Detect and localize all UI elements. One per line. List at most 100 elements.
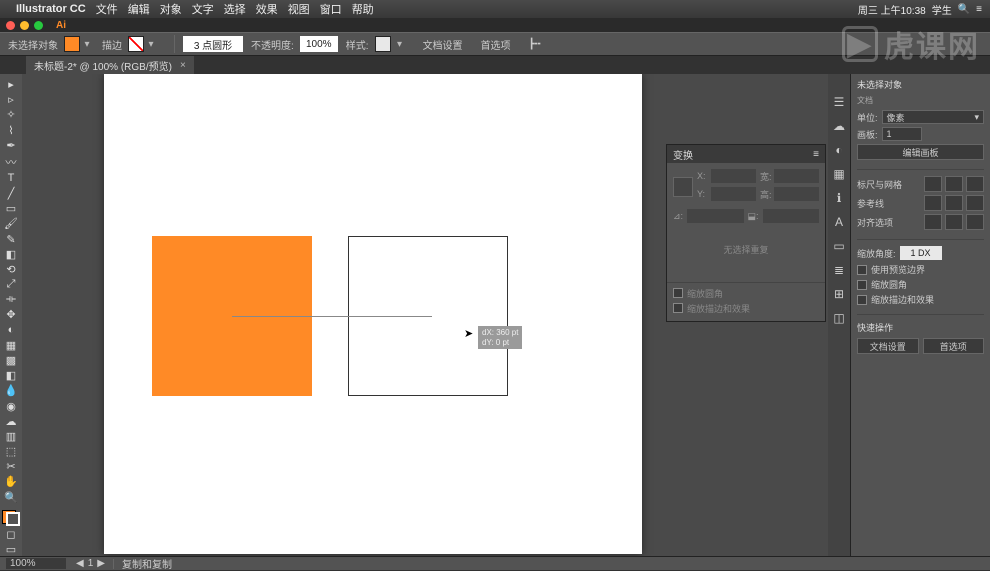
zoom-tool[interactable]: 🔍	[2, 490, 20, 503]
align-icon[interactable]: ⊞	[831, 286, 847, 302]
line-tool[interactable]: ╱	[2, 187, 20, 200]
shape-builder-tool[interactable]: ◐	[2, 324, 20, 337]
menu-type[interactable]: 文字	[192, 1, 214, 17]
stroke-color[interactable]	[6, 512, 20, 526]
prefs-btn[interactable]: 首选项	[481, 37, 511, 52]
align-icon[interactable]: ┣╍	[529, 39, 541, 50]
stroke-swatch[interactable]	[128, 36, 144, 52]
shaper-tool[interactable]: ✎	[2, 233, 20, 246]
artboard-select[interactable]: 1	[882, 127, 922, 141]
menu-file[interactable]: 文件	[96, 1, 118, 17]
style-swatch[interactable]	[375, 36, 391, 52]
menu-effect[interactable]: 效果	[256, 1, 278, 17]
color-swatches[interactable]	[2, 510, 20, 526]
style-dropdown[interactable]: ▾	[395, 39, 405, 50]
w-field[interactable]	[774, 169, 819, 183]
guides-btn3[interactable]	[966, 195, 984, 211]
symbols-icon[interactable]: A	[831, 214, 847, 230]
stroke-dropdown[interactable]: ▾	[146, 39, 156, 50]
menu-icon[interactable]: ≡	[976, 4, 982, 15]
artboard-nav-prev[interactable]: ◀	[76, 558, 84, 569]
lasso-tool[interactable]: ⌇	[2, 124, 20, 137]
free-transform-tool[interactable]: ✥	[2, 308, 20, 321]
canvas-area[interactable]: ➤ dX: 360 pt dY: 0 pt 变换 ≡ X:宽: Y:高: ⊿:⬓…	[22, 74, 828, 556]
guides-btn1[interactable]	[924, 195, 942, 211]
direct-select-tool[interactable]: ▹	[2, 93, 20, 106]
menu-select[interactable]: 选择	[224, 1, 246, 17]
gradient-icon[interactable]: ≣	[831, 262, 847, 278]
magic-wand-tool[interactable]: ✧	[2, 108, 20, 121]
brush-tool[interactable]: 🖌	[2, 217, 20, 230]
units-select[interactable]: 像素▾	[882, 110, 984, 124]
quick-prefs-btn[interactable]: 首选项	[923, 338, 985, 354]
snap-btn2[interactable]	[945, 214, 963, 230]
type-tool[interactable]: T	[2, 172, 20, 185]
fill-dropdown[interactable]: ▾	[82, 39, 92, 50]
traffic-min[interactable]	[20, 21, 29, 30]
artboard-tool[interactable]: ⬚	[2, 445, 20, 458]
reference-point[interactable]	[673, 177, 693, 197]
scale-corner-input[interactable]: 1 DX	[900, 246, 942, 260]
hand-tool[interactable]: ✋	[2, 475, 20, 488]
panel-menu-icon[interactable]: ≡	[813, 149, 819, 160]
close-icon[interactable]: ×	[180, 60, 186, 71]
brushes-icon[interactable]: ℹ	[831, 190, 847, 206]
quick-doc-setup-btn[interactable]: 文档设置	[857, 338, 919, 354]
menu-help[interactable]: 帮助	[352, 1, 374, 17]
h-field[interactable]	[774, 187, 819, 201]
perspective-tool[interactable]: ▦	[2, 339, 20, 352]
zoom-select[interactable]: 100%	[6, 558, 66, 569]
stroke-weight-input[interactable]: 3 点圆形	[183, 36, 243, 52]
libraries-icon[interactable]: ☁	[831, 118, 847, 134]
snap-btn3[interactable]	[966, 214, 984, 230]
curvature-tool[interactable]: 〰	[2, 154, 20, 170]
mesh-tool[interactable]: ▩	[2, 354, 20, 367]
transparency-grid-btn[interactable]	[966, 176, 984, 192]
fill-swatch[interactable]	[64, 36, 80, 52]
screen-mode[interactable]: ▭	[2, 543, 20, 556]
shear-field[interactable]	[763, 209, 819, 223]
color-icon[interactable]: ◐	[831, 142, 847, 158]
eraser-tool[interactable]: ◧	[2, 248, 20, 261]
pen-tool[interactable]: ✒	[2, 139, 20, 152]
guides-btn2[interactable]	[945, 195, 963, 211]
check-scale-corners[interactable]: 缩放圆角	[857, 278, 984, 291]
slice-tool[interactable]: ✂	[2, 460, 20, 473]
swatches-icon[interactable]: ▦	[831, 166, 847, 182]
check-preview-bounds[interactable]: 使用预览边界	[857, 263, 984, 276]
search-icon[interactable]: 🔍	[958, 4, 970, 15]
eyedropper-tool[interactable]: 💧	[2, 384, 20, 397]
draw-mode[interactable]: ◻	[2, 528, 20, 541]
rotate-tool[interactable]: ⟲	[2, 263, 20, 276]
snap-btn1[interactable]	[924, 214, 942, 230]
traffic-max[interactable]	[34, 21, 43, 30]
panel-tab-transform[interactable]: 变换 ≡	[667, 145, 825, 163]
symbol-tool[interactable]: ☁	[2, 415, 20, 428]
x-field[interactable]	[711, 169, 756, 183]
menu-object[interactable]: 对象	[160, 1, 182, 17]
doc-tab[interactable]: 未标题-2* @ 100% (RGB/预览) ×	[26, 56, 194, 75]
width-tool[interactable]: ⟛	[2, 293, 20, 306]
scale-tool[interactable]: ⤢	[2, 278, 20, 291]
blend-tool[interactable]: ◉	[2, 399, 20, 412]
properties-icon[interactable]: ☰	[831, 94, 847, 110]
traffic-close[interactable]	[6, 21, 15, 30]
opacity-input[interactable]: 100%	[300, 36, 338, 52]
transform-panel[interactable]: 变换 ≡ X:宽: Y:高: ⊿:⬓: 无选择重复 缩放圆角 缩放描边和效果	[666, 144, 826, 322]
gradient-tool[interactable]: ◧	[2, 369, 20, 382]
check-scale-strokes[interactable]: 缩放描边和效果	[857, 293, 984, 306]
ruler-btn[interactable]	[924, 176, 942, 192]
stroke-icon[interactable]: ▭	[831, 238, 847, 254]
edit-artboard-btn[interactable]: 编辑画板	[857, 144, 984, 160]
selection-tool[interactable]: ▸	[2, 78, 20, 91]
angle-field[interactable]	[687, 209, 743, 223]
doc-setup-btn[interactable]: 文档设置	[423, 37, 463, 52]
app-name[interactable]: Illustrator CC	[16, 3, 86, 15]
graph-tool[interactable]: ▥	[2, 430, 20, 443]
artboard-nav-next[interactable]: ▶	[97, 558, 105, 569]
menu-view[interactable]: 视图	[288, 1, 310, 17]
menu-edit[interactable]: 编辑	[128, 1, 150, 17]
menu-window[interactable]: 窗口	[320, 1, 342, 17]
y-field[interactable]	[711, 187, 756, 201]
rectangle-tool[interactable]: ▭	[2, 202, 20, 215]
